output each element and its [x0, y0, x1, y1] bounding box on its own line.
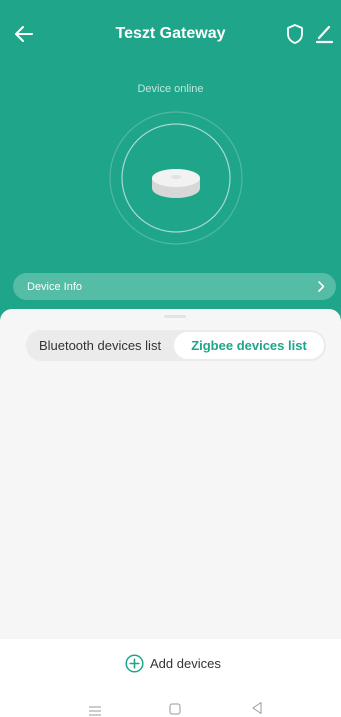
- pencil-icon: [315, 25, 334, 44]
- gateway-puck-icon: [152, 169, 200, 198]
- chevron-right-icon: [318, 281, 325, 292]
- device-info-row[interactable]: Device Info: [13, 273, 336, 300]
- device-visual: [106, 108, 246, 248]
- menu-icon: [89, 706, 101, 716]
- device-info-label: Device Info: [27, 281, 83, 293]
- nav-menu-button[interactable]: [88, 703, 102, 716]
- device-type-tabs: Bluetooth devices list Zigbee devices li…: [26, 330, 326, 361]
- top-bar: Teszt Gateway: [0, 18, 341, 50]
- home-square-icon: [169, 703, 181, 715]
- back-button[interactable]: [12, 22, 36, 46]
- edit-button[interactable]: [313, 22, 335, 46]
- plus-circle-icon: [125, 654, 144, 673]
- device-list-panel: Bluetooth devices list Zigbee devices li…: [0, 309, 341, 639]
- gateway-screen: Teszt Gateway Device online Device Info …: [0, 0, 341, 717]
- tab-zigbee-devices[interactable]: Zigbee devices list: [174, 332, 324, 359]
- page-title: Teszt Gateway: [115, 25, 226, 42]
- nav-back-button[interactable]: [251, 701, 263, 715]
- nav-home-button[interactable]: [169, 702, 181, 715]
- tab-bluetooth-devices[interactable]: Bluetooth devices list: [26, 330, 174, 361]
- arrow-left-icon: [15, 26, 33, 42]
- triangle-back-icon: [252, 702, 262, 714]
- device-header-panel: Teszt Gateway Device online Device Info: [0, 0, 341, 322]
- shield-icon: [287, 24, 303, 44]
- security-button[interactable]: [284, 22, 306, 46]
- add-devices-label: Add devices: [150, 656, 221, 671]
- drag-handle[interactable]: [164, 315, 186, 318]
- device-status: Device online: [137, 83, 204, 95]
